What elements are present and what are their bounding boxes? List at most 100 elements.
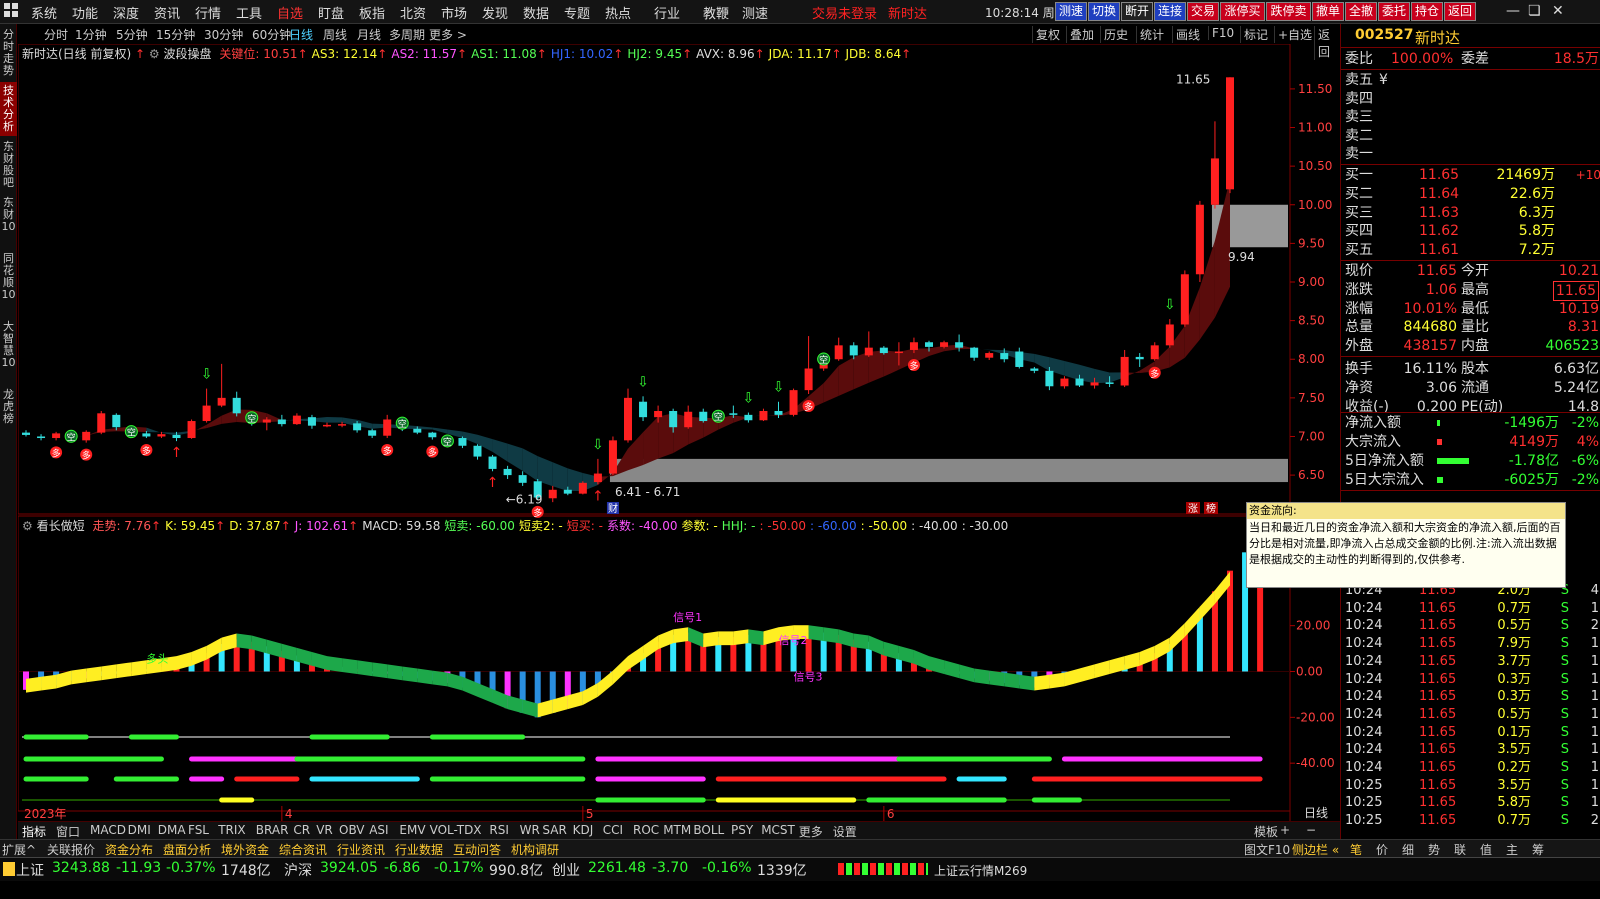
ext-tab-9[interactable]: 机构调研: [511, 841, 559, 858]
left-tab-5[interactable]: 大智慧10: [0, 318, 17, 384]
menu-item-9[interactable]: 北资: [400, 3, 426, 22]
period-tab-3[interactable]: 15分钟: [156, 26, 195, 43]
bid-row[interactable]: 买一 11.65 21469万 +10: [1345, 166, 1600, 184]
quick-button-8[interactable]: 全撤: [1345, 2, 1377, 21]
ask-row[interactable]: 卖五 ¥: [1345, 71, 1599, 89]
quick-button-9[interactable]: 委托: [1378, 2, 1410, 21]
restore-icon[interactable]: ❏: [1528, 3, 1541, 19]
indicator-tab-22[interactable]: PSY: [731, 823, 753, 837]
indicator-tab-11[interactable]: ASI: [369, 823, 388, 837]
quick-button-3[interactable]: 连接: [1154, 2, 1186, 21]
gear-icon[interactable]: ⚙: [149, 47, 160, 61]
menu-item-5[interactable]: 工具: [236, 3, 262, 22]
quick-button-1[interactable]: 切换: [1088, 2, 1120, 21]
indicator-tab-7[interactable]: BRAR: [256, 823, 289, 837]
indicator-tab-24[interactable]: 更多: [799, 823, 823, 840]
indicator-tab-13[interactable]: VOL-TDX: [430, 823, 482, 837]
quick-button-11[interactable]: 返回: [1444, 2, 1476, 21]
indicator-tab-5[interactable]: FSL: [188, 823, 209, 837]
bottom-right-button-0[interactable]: 模板: [1254, 823, 1278, 840]
period-tab-4[interactable]: 30分钟: [204, 26, 243, 43]
tool-5[interactable]: F10: [1208, 26, 1237, 40]
period-tab-10[interactable]: 更多 >: [429, 26, 467, 43]
flow-row[interactable]: 大宗流入 4149万 4%: [1345, 433, 1599, 451]
period-tab-9[interactable]: 多周期: [389, 26, 425, 43]
menu-item-2[interactable]: 深度: [113, 3, 139, 22]
detail-tab-5[interactable]: 值: [1480, 841, 1492, 858]
period-tab-8[interactable]: 月线: [357, 26, 381, 43]
bid-row[interactable]: 买五 11.61 7.2万: [1345, 241, 1599, 259]
detail-tab-3[interactable]: 势: [1428, 841, 1440, 858]
menu-item-8[interactable]: 板指: [359, 3, 385, 22]
ext-tab-0[interactable]: 扩展^: [2, 841, 36, 858]
tool-7[interactable]: +自选: [1274, 26, 1315, 43]
quick-button-5[interactable]: 涨停买: [1220, 2, 1265, 21]
flow-row[interactable]: 5日大宗流入 -6025万 -2%: [1345, 471, 1599, 489]
f10-button[interactable]: 图文F10: [1244, 841, 1290, 858]
ext-tab-5[interactable]: 综合资讯: [279, 841, 327, 858]
menu-item-6[interactable]: 自选: [277, 3, 303, 22]
indicator-tab-25[interactable]: 设置: [833, 823, 857, 840]
indicator-tab-1[interactable]: 窗口: [56, 823, 80, 840]
detail-tab-6[interactable]: 主: [1506, 841, 1518, 858]
indicator-tab-3[interactable]: DMI: [128, 823, 151, 837]
indicator-tab-4[interactable]: DMA: [158, 823, 186, 837]
flow-row[interactable]: 净流入额 -1496万 -2%: [1345, 414, 1599, 432]
indicator-tab-19[interactable]: ROC: [633, 823, 659, 837]
ext-tab-8[interactable]: 互动问答: [453, 841, 501, 858]
tool-3[interactable]: 统计: [1136, 26, 1167, 43]
close-icon[interactable]: ✕: [1552, 3, 1564, 19]
left-tab-4[interactable]: 同花顺10: [0, 250, 17, 316]
bid-row[interactable]: 买二 11.64 22.6万: [1345, 185, 1599, 203]
indicator-tab-17[interactable]: KDJ: [573, 823, 594, 837]
sidebar-toggle[interactable]: 侧边栏 «: [1292, 841, 1339, 858]
tool-6[interactable]: 标记: [1240, 26, 1271, 43]
menu-item-4[interactable]: 行情: [195, 3, 221, 22]
indicator-tab-15[interactable]: WR: [520, 823, 540, 837]
indicator-tab-23[interactable]: MCST: [761, 823, 795, 837]
quick-button-7[interactable]: 撤单: [1312, 2, 1344, 21]
ask-row[interactable]: 卖二: [1345, 127, 1599, 145]
detail-tab-0[interactable]: 笔: [1350, 841, 1362, 858]
tool-4[interactable]: 画线: [1172, 26, 1203, 43]
menu-item-11[interactable]: 发现: [482, 3, 508, 22]
index-name[interactable]: 创业: [552, 860, 580, 880]
ext-tab-4[interactable]: 境外资金: [221, 841, 269, 858]
detail-tab-7[interactable]: 筹: [1532, 841, 1544, 858]
menu-item-7[interactable]: 盯盘: [318, 3, 344, 22]
feed-label[interactable]: 上证云行情M269: [934, 862, 1027, 879]
menu-item-15[interactable]: 行业: [654, 3, 680, 22]
indicator-tab-12[interactable]: EMV: [399, 823, 425, 837]
indicator-tab-0[interactable]: 指标: [22, 823, 46, 840]
news-status[interactable]: 新时达: [888, 3, 927, 22]
menu-item-13[interactable]: 专题: [564, 3, 590, 22]
period-tab-1[interactable]: 1分钟: [75, 26, 107, 43]
menu-item-1[interactable]: 功能: [72, 3, 98, 22]
menu-item-14[interactable]: 热点: [605, 3, 631, 22]
tool-1[interactable]: 叠加: [1066, 26, 1097, 43]
bid-row[interactable]: 买三 11.63 6.3万: [1345, 204, 1599, 222]
ext-tab-7[interactable]: 行业数据: [395, 841, 443, 858]
flow-row[interactable]: 5日净流入额 -1.78亿 -6%: [1345, 452, 1599, 470]
detail-tab-4[interactable]: 联: [1454, 841, 1466, 858]
left-tab-6[interactable]: 龙虎榜: [0, 386, 17, 428]
indicator-tab-6[interactable]: TRIX: [218, 823, 245, 837]
period-tab-0[interactable]: 分时: [44, 26, 68, 43]
gear-icon[interactable]: ⚙: [22, 519, 33, 533]
bid-row[interactable]: 买四 11.62 5.8万: [1345, 222, 1599, 240]
quick-button-6[interactable]: 跌停卖: [1266, 2, 1311, 21]
quick-button-0[interactable]: 测速: [1055, 2, 1087, 21]
indicator-tab-14[interactable]: RSI: [489, 823, 509, 837]
indicator-tab-21[interactable]: BOLL: [693, 823, 724, 837]
tool-0[interactable]: 复权: [1032, 26, 1063, 43]
period-tab-7[interactable]: 周线: [323, 26, 347, 43]
chart-area[interactable]: 11.50 11.00 10.50 10.00 9.50 9.00 8.50 8.00 7.50…: [18, 44, 1340, 821]
index-name[interactable]: 沪深: [284, 860, 312, 880]
ask-row[interactable]: 卖四: [1345, 90, 1599, 108]
ask-row[interactable]: 卖一: [1345, 145, 1599, 163]
quick-button-4[interactable]: 交易: [1187, 2, 1219, 21]
indicator-tab-20[interactable]: MTM: [663, 823, 691, 837]
bottom-right-button-2[interactable]: −: [1306, 823, 1316, 837]
indicator-tab-16[interactable]: SAR: [542, 823, 566, 837]
indicator-tab-18[interactable]: CCI: [603, 823, 623, 837]
